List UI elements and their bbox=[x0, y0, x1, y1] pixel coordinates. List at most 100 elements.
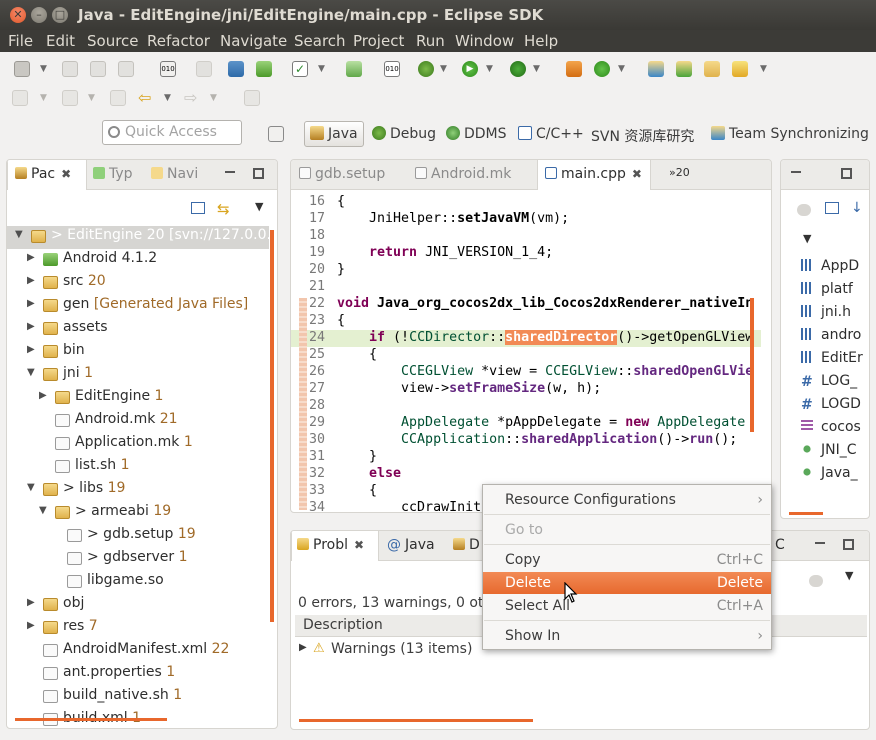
outline-item[interactable]: cocos bbox=[801, 419, 861, 435]
save-all-icon[interactable] bbox=[90, 61, 106, 77]
tree-item[interactable]: list.sh 1 bbox=[7, 456, 269, 479]
tree-item[interactable]: ▼ jni 1 bbox=[7, 364, 269, 387]
horizontal-scrollbar[interactable] bbox=[15, 718, 167, 721]
outline-item[interactable]: # LOG_ bbox=[801, 373, 857, 390]
tree-item[interactable]: ▶ bin bbox=[7, 341, 269, 364]
maximize-icon[interactable] bbox=[843, 539, 854, 550]
open-resource-icon[interactable] bbox=[676, 61, 692, 77]
external-tools-icon[interactable] bbox=[510, 61, 526, 77]
expand-arrow-icon[interactable]: ▶ bbox=[39, 390, 47, 401]
chevron-down-icon[interactable]: ▼ bbox=[618, 64, 625, 74]
tab-android-mk[interactable]: Android.mk bbox=[415, 166, 511, 182]
view-menu-icon[interactable]: ▼ bbox=[845, 569, 853, 582]
close-window-icon[interactable]: ✕ bbox=[10, 7, 26, 23]
menu-window[interactable]: Window bbox=[455, 32, 514, 50]
menu-help[interactable]: Help bbox=[524, 32, 558, 50]
collapse-arrow-icon[interactable]: ▼ bbox=[27, 367, 35, 378]
outline-item[interactable]: jni.h bbox=[801, 304, 851, 320]
tab-main-cpp[interactable]: main.cpp ✖ bbox=[545, 166, 642, 182]
tab-overflow[interactable]: »20 bbox=[669, 166, 690, 179]
menu-edit[interactable]: Edit bbox=[46, 32, 75, 50]
hide-fields-icon[interactable] bbox=[797, 204, 811, 216]
expand-arrow-icon[interactable]: ▶ bbox=[27, 275, 35, 286]
perspective-svn[interactable]: SVN 资源库研究 bbox=[591, 126, 694, 146]
close-icon[interactable]: ✖ bbox=[354, 538, 364, 552]
tree-item[interactable]: > gdb.setup 19 bbox=[7, 525, 269, 548]
code-area[interactable]: 16{17 JniHelper::setJavaVM(vm); 18 19 retu… bbox=[291, 194, 761, 512]
tree-item[interactable]: ▶ src 20 bbox=[7, 272, 269, 295]
minimize-icon[interactable] bbox=[815, 542, 825, 544]
horizontal-scrollbar[interactable] bbox=[299, 719, 533, 722]
binary-icon[interactable]: 010 bbox=[160, 61, 176, 77]
quick-access-input[interactable]: Quick Access bbox=[102, 120, 242, 145]
expand-arrow-icon[interactable]: ▶ bbox=[27, 321, 35, 332]
new-class-icon[interactable] bbox=[346, 61, 362, 77]
tab-problems[interactable]: Probl ✖ bbox=[297, 537, 364, 553]
maximize-window-icon[interactable]: □ bbox=[52, 7, 68, 23]
tree-item[interactable]: ▶ assets bbox=[7, 318, 269, 341]
outline-item[interactable]: AppD bbox=[801, 258, 859, 274]
new-cpp-class-icon[interactable] bbox=[594, 61, 610, 77]
tree-item[interactable]: ▶ obj bbox=[7, 594, 269, 617]
minimize-icon[interactable] bbox=[791, 171, 801, 173]
perspective-java[interactable]: Java bbox=[310, 126, 358, 142]
tree-item[interactable]: ▼ > armeabi 19 bbox=[7, 502, 269, 525]
chevron-down-icon[interactable]: ▼ bbox=[440, 64, 447, 74]
tree-item[interactable]: Android.mk 21 bbox=[7, 410, 269, 433]
expand-arrow-icon[interactable]: ▶ bbox=[299, 642, 307, 653]
tree-item[interactable]: > gdbserver 1 bbox=[7, 548, 269, 571]
maximize-icon[interactable] bbox=[841, 168, 852, 179]
expand-arrow-icon[interactable]: ▶ bbox=[27, 252, 35, 263]
new-cpp-project-icon[interactable] bbox=[566, 61, 582, 77]
collapse-arrow-icon[interactable]: ▼ bbox=[39, 505, 47, 516]
download-icon[interactable] bbox=[228, 61, 244, 77]
tree-item[interactable]: ▼ > libs 19 bbox=[7, 479, 269, 502]
menu-item-resource-configurations[interactable]: Resource Configurations › bbox=[483, 489, 771, 511]
menu-project[interactable]: Project bbox=[353, 32, 404, 50]
open-type-icon[interactable] bbox=[648, 61, 664, 77]
close-icon[interactable]: ✖ bbox=[632, 167, 642, 181]
collapse-all-icon[interactable] bbox=[191, 202, 205, 214]
menu-item-delete[interactable]: Delete Delete bbox=[483, 572, 771, 594]
print-icon[interactable] bbox=[118, 61, 134, 77]
chevron-down-icon[interactable]: ▼ bbox=[486, 64, 493, 74]
open-perspective-icon[interactable] bbox=[268, 126, 284, 142]
horizontal-scrollbar[interactable] bbox=[789, 512, 823, 515]
chevron-down-icon[interactable]: ▼ bbox=[40, 64, 47, 74]
tree-item[interactable]: ▶ gen [Generated Java Files] bbox=[7, 295, 269, 318]
view-menu-icon[interactable]: ▼ bbox=[255, 200, 263, 213]
view-menu-icon[interactable]: ▼ bbox=[803, 232, 811, 245]
outline-item[interactable]: Java_ bbox=[801, 465, 858, 481]
debug-icon[interactable] bbox=[418, 61, 434, 77]
tree-item[interactable]: build_native.sh 1 bbox=[7, 686, 269, 709]
menu-item-show-in[interactable]: Show In › bbox=[483, 625, 771, 647]
editor-vertical-scrollbar[interactable] bbox=[750, 298, 754, 432]
perspective-team[interactable]: Team Synchronizing bbox=[711, 126, 869, 142]
chevron-down-icon[interactable]: ▼ bbox=[164, 93, 171, 103]
maximize-icon[interactable] bbox=[253, 168, 264, 179]
tab-navigator[interactable]: Navi bbox=[151, 166, 198, 182]
perspective-ddms[interactable]: DDMS bbox=[446, 126, 507, 142]
close-icon[interactable]: ✖ bbox=[61, 167, 71, 181]
expand-arrow-icon[interactable]: ▶ bbox=[27, 620, 35, 631]
filter-icon[interactable] bbox=[809, 575, 823, 587]
tab-gdb-setup[interactable]: gdb.setup bbox=[299, 166, 385, 182]
menu-refactor[interactable]: Refactor bbox=[147, 32, 210, 50]
run-icon[interactable]: ▶ bbox=[462, 61, 478, 77]
menu-source[interactable]: Source bbox=[87, 32, 139, 50]
tree-item[interactable]: AndroidManifest.xml 22 bbox=[7, 640, 269, 663]
search-marker-icon[interactable] bbox=[732, 61, 748, 77]
link-with-editor-icon[interactable]: ⇆ bbox=[217, 200, 230, 218]
collapse-arrow-icon[interactable]: ▼ bbox=[15, 229, 23, 240]
outline-item[interactable]: platf bbox=[801, 281, 853, 297]
open-folder-icon[interactable] bbox=[704, 61, 720, 77]
android-sdk-icon[interactable] bbox=[256, 61, 272, 77]
chevron-down-icon[interactable]: ▼ bbox=[533, 64, 540, 74]
menu-item-copy[interactable]: Copy Ctrl+C bbox=[483, 549, 771, 571]
tree-item[interactable]: Application.mk 1 bbox=[7, 433, 269, 456]
outline-item[interactable]: EditEr bbox=[801, 350, 863, 366]
expand-arrow-icon[interactable]: ▶ bbox=[27, 597, 35, 608]
tree-item[interactable]: libgame.so bbox=[7, 571, 269, 594]
chevron-down-icon[interactable]: ▼ bbox=[760, 64, 767, 74]
minimize-icon[interactable] bbox=[225, 171, 235, 173]
